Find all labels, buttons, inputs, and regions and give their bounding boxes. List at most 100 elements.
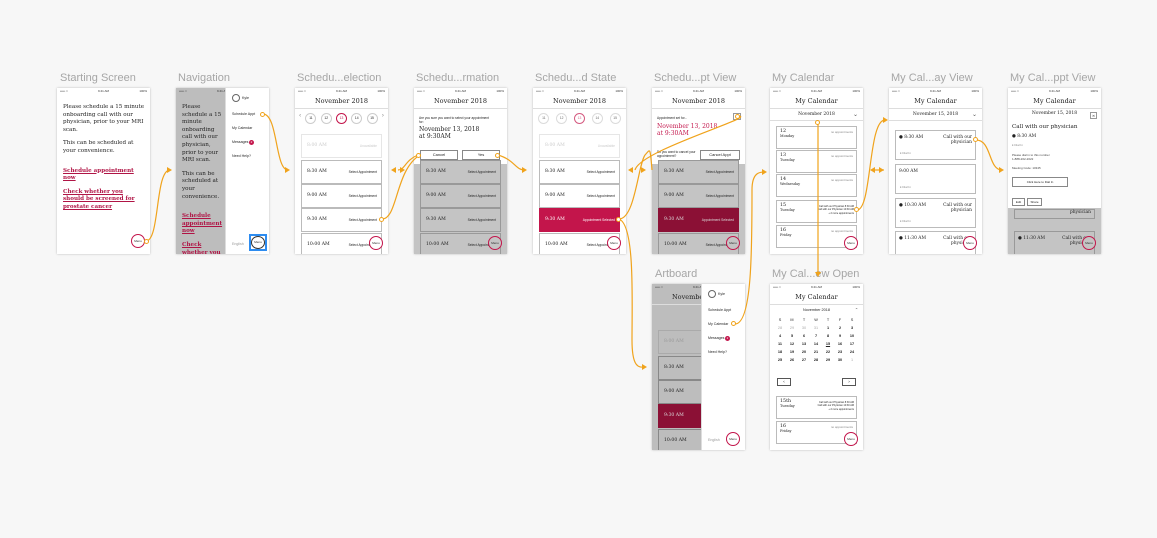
calendar-date-item-with-appts[interactable]: 15th Tuesday Call with our Physician 8:30 … — [776, 396, 857, 419]
calendar-day[interactable]: 9 — [834, 332, 846, 340]
calendar-day[interactable]: 28 — [774, 324, 786, 332]
artboard-title-dayview[interactable]: My Cal...ay View — [891, 72, 973, 84]
calendar-day[interactable]: 8 — [822, 332, 834, 340]
drawer-item-calendar[interactable]: My Calendar — [232, 126, 252, 130]
cancel-appt-button[interactable]: Cancel Appt — [700, 150, 740, 160]
calendar-date-item[interactable]: 14 Wednesday no appointments — [776, 174, 857, 197]
time-slot-selected[interactable]: 9:30 AM Appointment Selected — [539, 208, 620, 232]
prev-month-icon[interactable]: ‹ — [777, 378, 791, 386]
artboard-title-selection[interactable]: Schedu...election — [297, 72, 381, 84]
drawer-item-calendar[interactable]: My Calendar — [708, 322, 728, 326]
calendar-day[interactable]: 2 — [834, 324, 846, 332]
edit-button[interactable]: Edit — [1012, 198, 1025, 206]
artboard-title-mycal[interactable]: My Calendar — [772, 72, 834, 84]
menu-button[interactable]: Menu — [488, 236, 502, 250]
menu-button-selected[interactable]: Menu — [249, 234, 267, 251]
calendar-day[interactable]: 6 — [798, 332, 810, 340]
menu-button[interactable]: Menu — [726, 236, 740, 250]
calendar-date-item[interactable]: 13 Tuesday no appointments — [776, 150, 857, 173]
calendar-day[interactable]: 26 — [786, 356, 798, 364]
calendar-day[interactable]: 29 — [822, 356, 834, 364]
day-circle[interactable]: 14 — [591, 113, 603, 124]
drawer-item-help[interactable]: Need Help? — [232, 154, 251, 158]
calendar-day[interactable]: 12 — [786, 340, 798, 348]
menu-button[interactable]: Menu — [844, 432, 858, 446]
calendar-day[interactable]: 15 — [822, 340, 834, 348]
calendar-day[interactable]: 18 — [774, 348, 786, 356]
drawer-item-schedule[interactable]: Schedule Appt — [232, 112, 255, 116]
artboard-title-starting[interactable]: Starting Screen — [60, 72, 136, 84]
calendar-day[interactable]: 29 — [786, 324, 798, 332]
time-slot[interactable]: 9:00 AM Select Appointment — [539, 184, 620, 208]
drawer-user[interactable]: Kyle — [232, 94, 249, 102]
artboard-title-navigation[interactable]: Navigation — [178, 72, 230, 84]
calendar-day[interactable]: 30 — [798, 324, 810, 332]
drawer-item-schedule[interactable]: Schedule Appt — [708, 308, 731, 312]
menu-button[interactable]: Menu — [963, 236, 977, 250]
day-slot[interactable]: ● 8:30 AM Call with our physician ♦ Dial I… — [895, 130, 976, 160]
calendar-day[interactable]: 30 — [834, 356, 846, 364]
calendar-day[interactable]: 3 — [846, 324, 858, 332]
calendar-date-item[interactable]: 12 Monday no appointments — [776, 126, 857, 149]
dial-in-button[interactable]: Click Here to Dial In — [1012, 177, 1068, 187]
time-slot[interactable]: 9:00 AM Select Appointment — [301, 184, 382, 208]
next-month-icon[interactable]: › — [842, 378, 856, 386]
dial-in-link[interactable]: Dial In — [1014, 143, 1023, 147]
calendar-day[interactable]: 22 — [822, 348, 834, 356]
drawer-item-help[interactable]: Need Help? — [708, 350, 727, 354]
calendar-day[interactable]: 13 — [798, 340, 810, 348]
prev-day-icon[interactable]: ‹ — [299, 113, 301, 124]
day-circle[interactable]: 11 — [305, 113, 317, 124]
chevron-up-icon[interactable]: ⌃ — [855, 305, 858, 316]
schedule-link[interactable]: Schedule appointment now — [57, 168, 150, 183]
calendar-day[interactable]: 17 — [846, 340, 858, 348]
day-slot[interactable]: 9:00 AM ♦ Dial In — [895, 164, 976, 194]
calendar-day[interactable]: 25 — [774, 356, 786, 364]
calendar-day[interactable]: 19 — [786, 348, 798, 356]
day-circle[interactable]: 15 — [366, 113, 378, 124]
calendar-day[interactable]: 23 — [834, 348, 846, 356]
chevron-down-icon[interactable]: ⌄ — [972, 109, 977, 120]
time-slot[interactable]: 8:30 AM Select Appointment — [301, 160, 382, 184]
screening-link[interactable]: Check whether you should be screened for… — [57, 189, 150, 212]
calendar-day[interactable]: 21 — [810, 348, 822, 356]
share-button[interactable]: Share — [1027, 198, 1042, 206]
calendar-day[interactable]: 10 — [846, 332, 858, 340]
artboard-title-artboard[interactable]: Artboard — [655, 268, 697, 280]
date-selector[interactable]: November 15, 2018 ⌄ — [889, 109, 982, 121]
day-circle[interactable]: 14 — [351, 113, 363, 124]
artboard-title-confirmation[interactable]: Schedu...rmation — [416, 72, 499, 84]
calendar-day[interactable]: 4 — [774, 332, 786, 340]
calendar-day[interactable]: 20 — [798, 348, 810, 356]
month-selector-open[interactable]: November 2018 ⌃ — [770, 305, 863, 316]
day-circle[interactable]: 12 — [320, 113, 332, 124]
drawer-item-messages[interactable]: Messages — [232, 140, 248, 144]
cancel-button[interactable]: Cancel — [420, 150, 458, 160]
dial-in-link[interactable]: Dial In — [902, 219, 911, 223]
menu-button[interactable]: Menu — [607, 236, 621, 250]
day-slot[interactable]: ● 10:30 AM Call with our physician ♦ Dial … — [895, 198, 976, 228]
drawer-item-messages[interactable]: Messages — [708, 336, 724, 340]
calendar-day[interactable]: 28 — [810, 356, 822, 364]
menu-button[interactable]: Menu — [369, 236, 383, 250]
close-icon[interactable]: × — [1090, 112, 1097, 119]
chevron-down-icon[interactable]: ⌄ — [853, 109, 858, 120]
calendar-day[interactable]: 7 — [810, 332, 822, 340]
language-label[interactable]: English — [232, 242, 244, 246]
drawer-user[interactable]: Kyle — [708, 290, 725, 298]
time-slot[interactable]: 9:30 AM Select Appointment — [301, 208, 382, 232]
menu-button[interactable]: Menu — [726, 432, 740, 446]
menu-button[interactable]: Menu — [1082, 236, 1096, 250]
calendar-day[interactable]: 5 — [786, 332, 798, 340]
artboard-title-apptview[interactable]: Schedu...pt View — [654, 72, 736, 84]
menu-button[interactable]: Menu — [844, 236, 858, 250]
calendar-date-item-with-appts[interactable]: 15 Tuesday Call with our Physician 8:30 AM… — [776, 200, 857, 223]
dial-in-link[interactable]: Dial In — [902, 151, 911, 155]
menu-button[interactable]: Menu — [131, 234, 145, 248]
calendar-day[interactable]: 27 — [798, 356, 810, 364]
calendar-day[interactable]: 11 — [774, 340, 786, 348]
day-circle-selected[interactable]: 13 — [573, 113, 585, 124]
day-circle-selected[interactable]: 13 — [335, 113, 347, 124]
dial-in-link[interactable]: Dial In — [902, 185, 911, 189]
next-day-icon[interactable]: › — [382, 113, 384, 124]
